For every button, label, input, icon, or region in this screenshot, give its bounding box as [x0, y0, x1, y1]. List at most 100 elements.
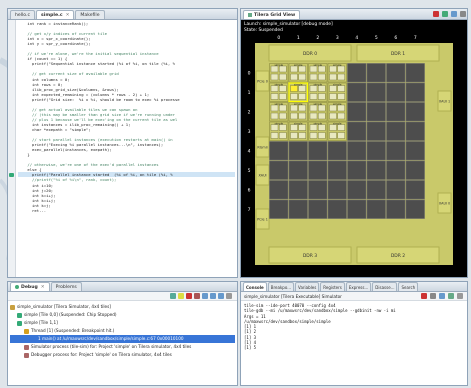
grid-tile[interactable] [327, 141, 347, 161]
process-chip[interactable] [279, 85, 287, 92]
process-chip[interactable] [337, 124, 346, 131]
close-icon[interactable]: ✕ [66, 11, 70, 20]
process-chip[interactable] [329, 132, 337, 139]
process-chip[interactable] [290, 112, 298, 120]
disconnect-icon[interactable] [194, 293, 200, 299]
process-chip[interactable] [309, 85, 318, 92]
tab-debug[interactable]: Debug ✕ [10, 282, 50, 291]
menu-icon[interactable] [460, 11, 466, 17]
tab-console-3[interactable]: Registers [320, 282, 345, 291]
process-chip[interactable] [337, 73, 346, 81]
close-icon[interactable]: ✕ [41, 283, 45, 292]
grid-tile[interactable] [327, 180, 347, 200]
debug-tree-item[interactable]: Debugger process for: Project 'simple' o… [10, 351, 235, 359]
grid-tile[interactable] [386, 199, 406, 219]
process-chip[interactable] [290, 85, 298, 92]
grid-tile[interactable] [405, 180, 425, 200]
process-chip[interactable] [309, 124, 318, 131]
grid-tile[interactable] [405, 82, 425, 102]
clear-console-icon[interactable] [439, 293, 445, 299]
process-chip[interactable] [329, 85, 337, 92]
grid-tile[interactable] [366, 63, 386, 83]
step-return-icon[interactable] [218, 293, 224, 299]
process-chip[interactable] [298, 85, 306, 92]
debug-tree-item[interactable]: 1 main() at /u/maxwsrc/dev/sandbox/simpl… [10, 335, 235, 343]
process-chip[interactable] [298, 65, 306, 73]
tab-console-2[interactable]: Variables [295, 282, 320, 291]
terminate-icon[interactable] [186, 293, 192, 299]
process-chip[interactable] [298, 93, 306, 100]
process-chip[interactable] [290, 124, 298, 131]
tab-console-4[interactable]: Express... [345, 282, 372, 291]
process-chip[interactable] [329, 112, 337, 120]
process-chip[interactable] [318, 104, 326, 112]
console-output[interactable]: tile-sim --ide-port 40070 --config 4x4 ti… [244, 303, 465, 385]
remove-launch-icon[interactable] [430, 293, 436, 299]
stop-icon[interactable] [433, 11, 439, 17]
process-chip[interactable] [309, 132, 318, 139]
grid-tile[interactable] [347, 121, 367, 141]
grid-tile[interactable] [366, 102, 386, 122]
code-text-area[interactable]: int rank = instanceRank(); // get x/y in… [18, 21, 235, 277]
process-chip[interactable] [270, 124, 279, 131]
process-chip[interactable] [279, 112, 287, 120]
resume-icon[interactable] [442, 11, 448, 17]
step-over-icon[interactable] [210, 293, 216, 299]
resume-icon[interactable] [170, 293, 176, 299]
step-into-icon[interactable] [202, 293, 208, 299]
process-chip[interactable] [270, 104, 279, 112]
process-chip[interactable] [298, 132, 306, 139]
grid-tile[interactable] [386, 82, 406, 102]
process-chip[interactable] [290, 65, 298, 73]
debug-tree-item[interactable]: Thread [1] (Suspended: Breakpoint hit.) [10, 327, 235, 335]
grid-tile[interactable] [405, 141, 425, 161]
process-chip[interactable] [318, 132, 326, 139]
grid-tile[interactable] [347, 82, 367, 102]
process-chip[interactable] [337, 85, 346, 92]
process-chip[interactable] [309, 73, 318, 81]
grid-tile[interactable] [405, 199, 425, 219]
tab-console-6[interactable]: Search [398, 282, 419, 291]
process-chip[interactable] [270, 65, 279, 73]
grid-tile[interactable] [269, 180, 289, 200]
grid-tile[interactable] [308, 160, 328, 180]
process-chip[interactable] [298, 112, 306, 120]
tab-tilera-grid-view[interactable]: Tilera Grid View [243, 10, 301, 19]
process-chip[interactable] [270, 132, 279, 139]
process-chip[interactable] [329, 73, 337, 81]
display-console-icon[interactable] [457, 293, 463, 299]
process-chip[interactable] [279, 104, 287, 112]
process-chip[interactable] [279, 73, 287, 81]
grid-tile[interactable] [288, 160, 308, 180]
grid-tile[interactable] [386, 102, 406, 122]
grid-tile[interactable] [347, 160, 367, 180]
process-chip[interactable] [309, 104, 318, 112]
tab-console-0[interactable]: Console [243, 282, 267, 291]
process-chip[interactable] [337, 65, 346, 73]
process-chip[interactable] [270, 93, 279, 100]
step-icon[interactable] [451, 11, 457, 17]
debug-tree-item[interactable]: simple [Tile 1,1] [10, 319, 235, 327]
tab-simple-c[interactable]: simple.c ✕ [36, 10, 75, 20]
grid-tile[interactable] [366, 160, 386, 180]
process-chip[interactable] [337, 112, 346, 120]
menu-icon[interactable] [226, 293, 232, 299]
grid-tile[interactable] [386, 121, 406, 141]
grid-tile[interactable] [386, 141, 406, 161]
grid-tile[interactable] [405, 160, 425, 180]
grid-tile[interactable] [327, 160, 347, 180]
breakpoint-marker-icon[interactable] [9, 172, 14, 177]
process-chip[interactable] [309, 93, 318, 100]
grid-tile[interactable] [386, 160, 406, 180]
process-chip[interactable] [337, 93, 346, 100]
process-chip[interactable] [318, 124, 326, 131]
process-chip[interactable] [298, 73, 306, 81]
terminate-icon[interactable] [421, 293, 427, 299]
process-chip[interactable] [337, 104, 346, 112]
grid-tile[interactable] [308, 199, 328, 219]
process-chip[interactable] [337, 132, 346, 139]
process-chip[interactable] [270, 112, 279, 120]
process-chip[interactable] [318, 73, 326, 81]
process-chip[interactable] [318, 85, 326, 92]
grid-tile[interactable] [366, 141, 386, 161]
